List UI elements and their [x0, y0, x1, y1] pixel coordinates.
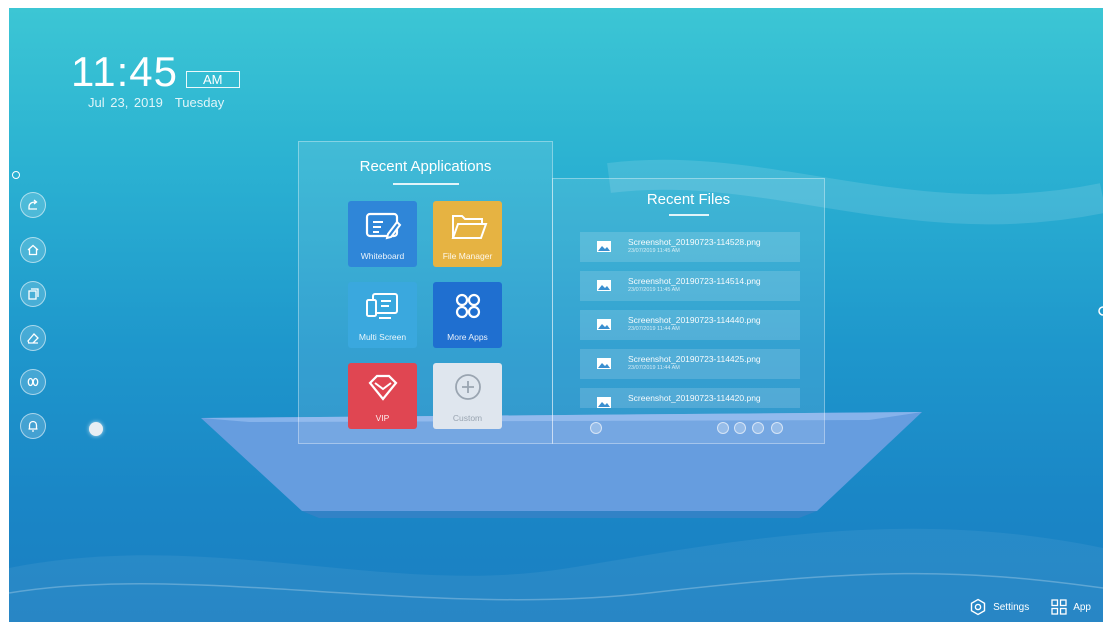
image-file-icon: [597, 280, 611, 291]
app-tile-vip[interactable]: VIP: [348, 363, 417, 429]
image-file-icon: [597, 241, 611, 252]
recent-files-title: Recent Files: [646, 191, 731, 208]
title-underline: [668, 214, 709, 216]
app-label: App: [1073, 601, 1091, 613]
app-label: Custom: [452, 413, 483, 423]
app-label: File Manager: [442, 251, 493, 261]
settings-label: Settings: [993, 601, 1030, 613]
file-row[interactable]: Screenshot_20190723-114528.png 23/07/201…: [580, 232, 800, 262]
file-row[interactable]: Screenshot_20190723-114440.png 23/07/201…: [580, 310, 800, 340]
app-label: More Apps: [447, 332, 488, 342]
app-tile-whiteboard[interactable]: Whiteboard: [348, 201, 417, 267]
app-tile-more-apps[interactable]: More Apps: [433, 282, 502, 348]
plus-icon: [454, 374, 481, 400]
file-name: Screenshot_20190723-114514.png: [628, 276, 761, 286]
file-name: Screenshot_20190723-114420.png: [628, 393, 761, 403]
file-name: Screenshot_20190723-114528.png: [628, 237, 761, 247]
image-file-icon: [597, 319, 611, 330]
file-list-button[interactable]: [771, 422, 783, 434]
settings-icon: [970, 598, 986, 616]
app-grid-icon: [1051, 599, 1067, 615]
file-date: 23/07/2019 11:45 AM: [628, 287, 680, 293]
file-row[interactable]: Screenshot_20190723-114425.png 23/07/201…: [580, 349, 800, 379]
app-button[interactable]: App: [1051, 599, 1091, 615]
recent-files-panel: Recent Files Screenshot_20190723-114528.…: [552, 178, 825, 444]
title-underline: [392, 183, 459, 185]
file-row[interactable]: Screenshot_20190723-114514.png 23/07/201…: [580, 271, 800, 301]
grid-icon: [455, 293, 480, 319]
folder-icon: [451, 215, 487, 239]
image-file-icon: [597, 397, 611, 408]
settings-button[interactable]: Settings: [969, 598, 1029, 616]
recent-applications-panel: Recent Applications Whiteboard File Mana…: [298, 141, 553, 444]
app-tile-file-manager[interactable]: File Manager: [433, 201, 502, 267]
file-date: 23/07/2019 11:44 AM: [628, 365, 680, 371]
file-row[interactable]: Screenshot_20190723-114420.png: [580, 388, 800, 408]
file-name: Screenshot_20190723-114440.png: [628, 315, 761, 325]
app-label: Multi Screen: [358, 332, 407, 342]
file-date: 23/07/2019 11:45 AM: [628, 248, 680, 254]
file-name: Screenshot_20190723-114425.png: [628, 354, 761, 364]
file-type-doc-button[interactable]: [717, 422, 729, 434]
app-tile-multi-screen[interactable]: Multi Screen: [348, 282, 417, 348]
app-label: Whiteboard: [360, 251, 405, 261]
home-screen: 11:45 AM Jul 23, 2019 Tuesday Recent App…: [9, 8, 1103, 622]
bottom-nav: Settings App: [947, 598, 1091, 616]
app-label: VIP: [375, 413, 390, 423]
delete-button[interactable]: [590, 422, 602, 434]
multi-screen-icon: [365, 293, 398, 319]
file-date: 23/07/2019 11:44 AM: [628, 326, 680, 332]
app-tile-custom[interactable]: Custom: [433, 363, 502, 429]
whiteboard-icon: [365, 212, 401, 240]
recent-applications-title: Recent Applications: [359, 158, 492, 175]
image-file-icon: [597, 358, 611, 369]
diamond-icon: [368, 374, 397, 401]
file-type-image-button[interactable]: [734, 422, 746, 434]
file-type-video-button[interactable]: [752, 422, 764, 434]
